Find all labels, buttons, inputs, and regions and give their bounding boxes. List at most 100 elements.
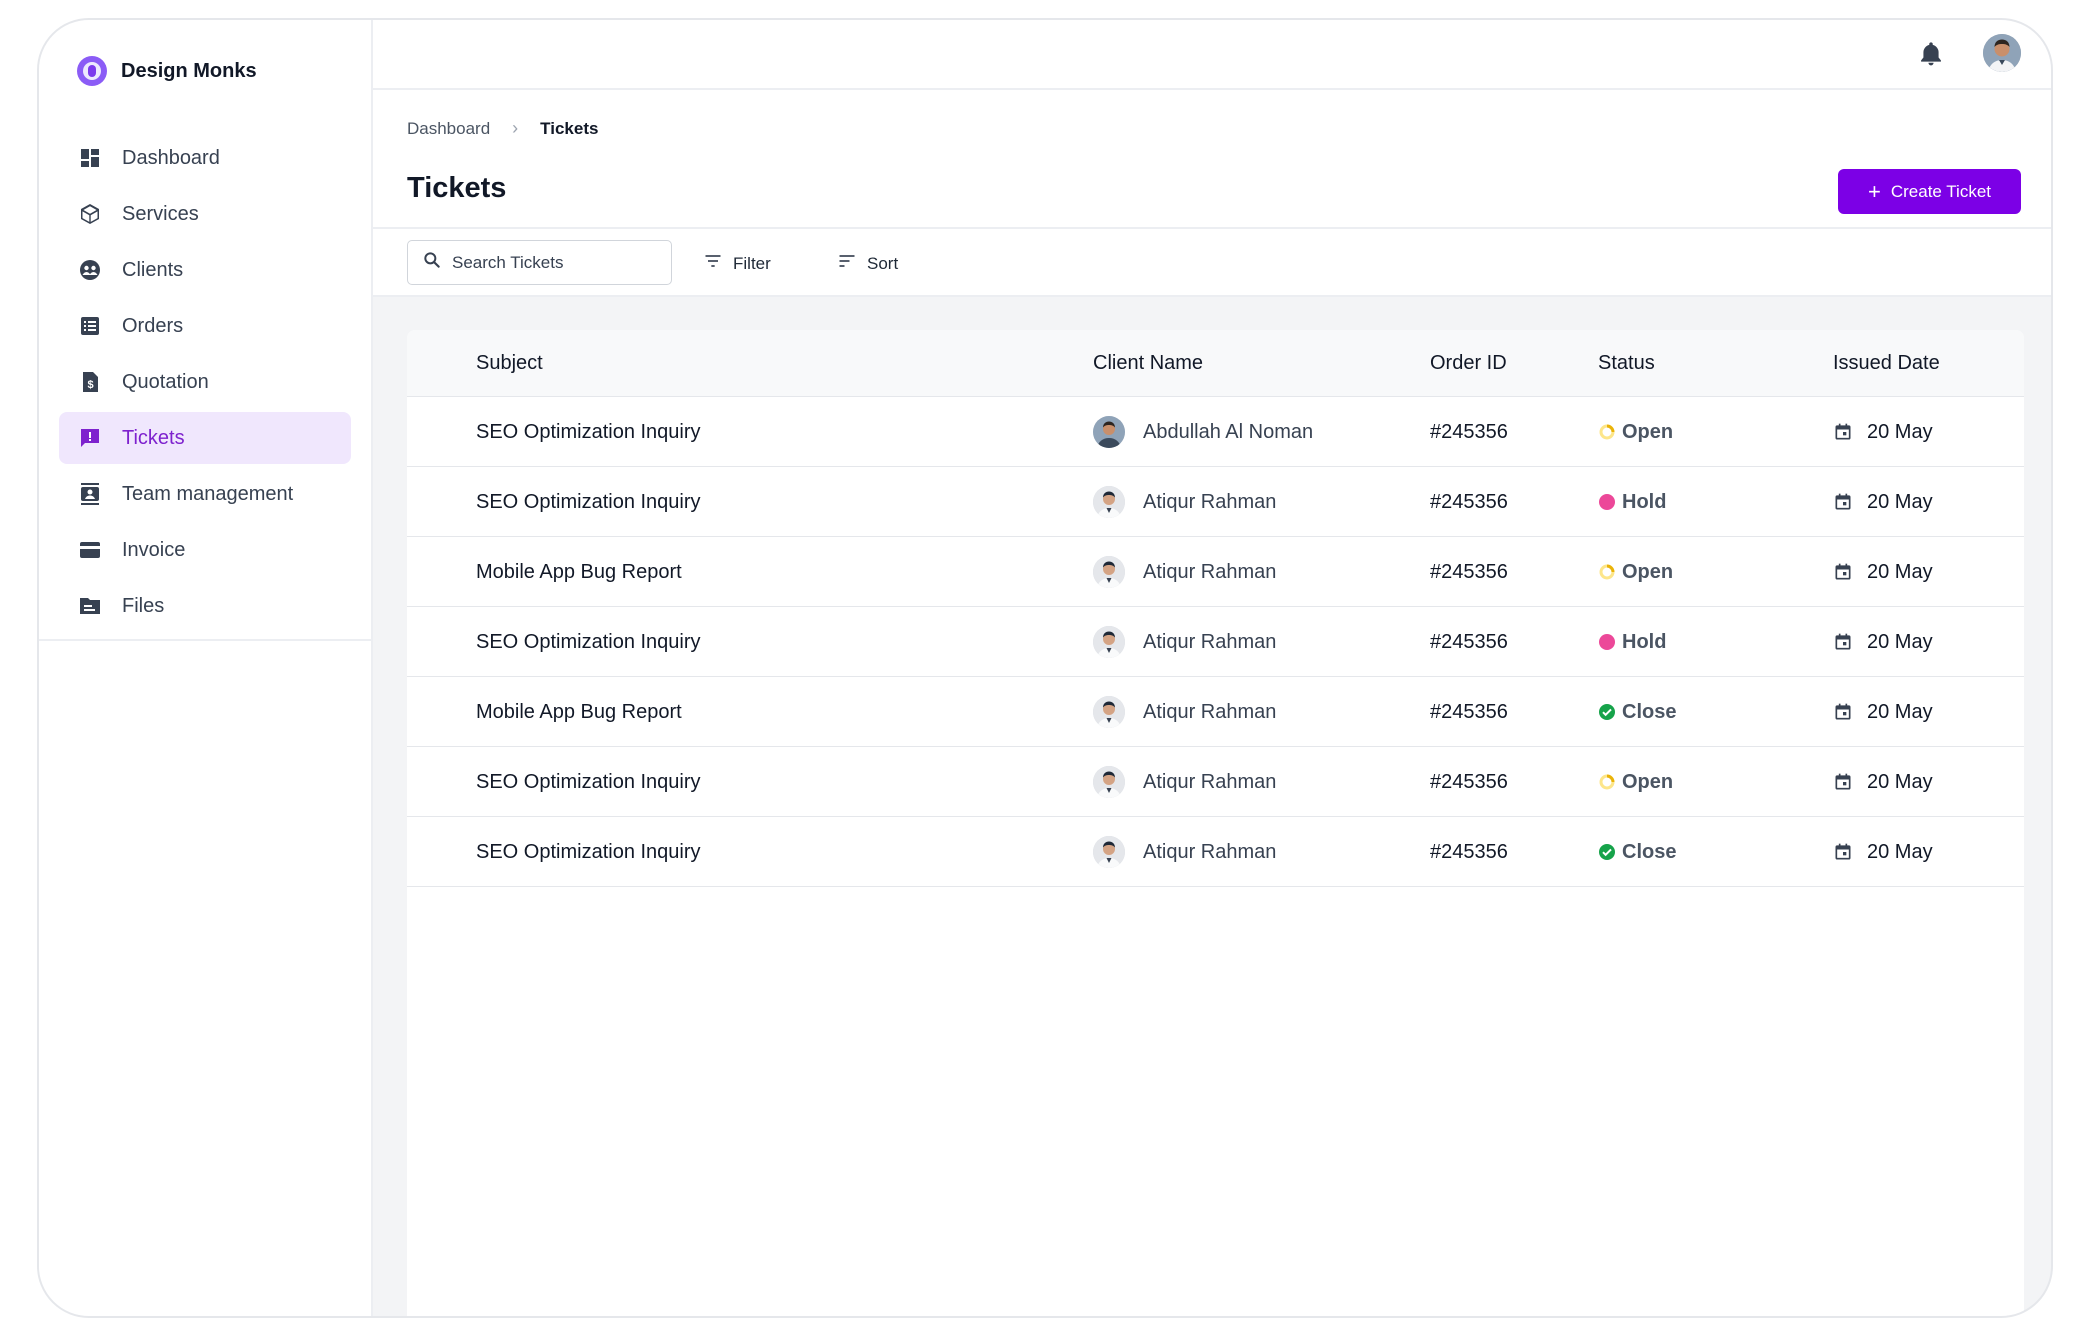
status-badge: Open [1622, 770, 1674, 793]
sidebar-item-invoice[interactable]: Invoice [59, 524, 351, 576]
cell-subject: SEO Optimization Inquiry [476, 840, 701, 863]
cell-client: Atiqur Rahman [1093, 467, 1276, 537]
client-name: Atiqur Rahman [1143, 560, 1277, 583]
issued-date: 20 May [1867, 840, 1933, 863]
search-input[interactable] [452, 252, 662, 273]
client-name: Abdullah Al Noman [1143, 420, 1314, 443]
search-box[interactable] [407, 240, 672, 285]
sort-button[interactable]: Sort [837, 251, 898, 276]
table-row[interactable]: SEO Optimization Inquiry Atiqur Rahman #24… [407, 467, 2024, 537]
app-window: Design Monks Dashboard Services Clients [37, 18, 2053, 1318]
status-badge: Open [1622, 420, 1674, 443]
create-ticket-label: Create Ticket [1890, 181, 1991, 201]
issued-date: 20 May [1867, 700, 1933, 723]
sidebar-item-dashboard[interactable]: Dashboard [59, 132, 351, 184]
svg-text:$: $ [87, 379, 93, 391]
filter-label: Filter [733, 253, 771, 273]
page-title: Tickets [407, 172, 507, 204]
status-dot-icon [1598, 493, 1616, 511]
create-ticket-button[interactable]: + Create Ticket [1838, 169, 2021, 214]
column-header-status[interactable]: Status [1598, 352, 1655, 375]
cell-order-id: #245356 [1430, 770, 1508, 793]
sidebar-item-orders[interactable]: Orders [59, 300, 351, 352]
calendar-icon [1833, 562, 1853, 582]
table-row[interactable]: SEO Optimization Inquiry Atiqur Rahman #24… [407, 747, 2024, 817]
table-row[interactable]: Mobile App Bug Report Atiqur Rahman #24535… [407, 537, 2024, 607]
dollar-file-icon: $ [78, 370, 102, 394]
cell-subject: Mobile App Bug Report [476, 560, 682, 583]
sidebar-item-label: Dashboard [122, 146, 220, 169]
cell-subject: SEO Optimization Inquiry [476, 630, 701, 653]
status-badge: Close [1622, 840, 1677, 863]
brand[interactable]: Design Monks [77, 54, 257, 88]
sidebar-item-label: Invoice [122, 538, 186, 561]
client-name: Atiqur Rahman [1143, 630, 1277, 653]
client-name: Atiqur Rahman [1143, 770, 1277, 793]
cell-subject: Mobile App Bug Report [476, 700, 682, 723]
breadcrumb-dashboard[interactable]: Dashboard [407, 119, 490, 139]
contact-icon [78, 482, 102, 506]
column-header-order[interactable]: Order ID [1430, 352, 1507, 375]
table-body: SEO Optimization Inquiry Abdullah Al Noma… [407, 397, 2024, 887]
sidebar-item-tickets[interactable]: Tickets [59, 412, 351, 464]
chevron-right-icon: › [512, 118, 519, 138]
sidebar-item-clients[interactable]: Clients [59, 244, 351, 296]
user-avatar[interactable] [1983, 34, 2021, 72]
cell-issued-date: 20 May [1833, 607, 1933, 677]
sidebar-item-services[interactable]: Services [59, 188, 351, 240]
cell-client: Atiqur Rahman [1093, 607, 1276, 677]
card-icon [78, 538, 102, 562]
table-row[interactable]: Mobile App Bug Report Atiqur Rahman #24535… [407, 677, 2024, 747]
cell-issued-date: 20 May [1833, 467, 1933, 537]
column-header-subject[interactable]: Subject [476, 352, 543, 375]
topbar [373, 20, 2051, 90]
status-badge: Hold [1622, 630, 1667, 653]
plus-icon: + [1867, 178, 1881, 204]
breadcrumb: Dashboard › Tickets [407, 118, 598, 139]
calendar-icon [1833, 632, 1853, 652]
status-spinner-icon [1598, 563, 1616, 581]
calendar-icon [1833, 492, 1853, 512]
ticket-chat-icon [78, 426, 102, 450]
table-row[interactable]: SEO Optimization Inquiry Atiqur Rahman #24… [407, 817, 2024, 887]
page-header: Dashboard › Tickets Tickets + Create Tic… [373, 90, 2051, 229]
calendar-icon [1833, 422, 1853, 442]
cell-subject: SEO Optimization Inquiry [476, 490, 701, 513]
client-avatar [1093, 416, 1125, 448]
sidebar-item-files[interactable]: Files [59, 580, 351, 632]
cell-client: Abdullah Al Noman [1093, 397, 1313, 467]
cell-status: Close [1598, 677, 1676, 747]
issued-date: 20 May [1867, 630, 1933, 653]
status-spinner-icon [1598, 423, 1616, 441]
sidebar-item-quotation[interactable]: $ Quotation [59, 356, 351, 408]
folder-icon [78, 594, 102, 618]
status-badge: Open [1622, 560, 1674, 583]
status-spinner-icon [1598, 773, 1616, 791]
brand-logo-icon [77, 56, 107, 86]
status-check-circle-icon [1598, 843, 1616, 861]
breadcrumb-current: Tickets [540, 118, 599, 138]
cell-status: Close [1598, 817, 1676, 887]
sidebar-nav: Dashboard Services Clients Orders $ Quot… [59, 132, 351, 636]
column-header-client[interactable]: Client Name [1093, 352, 1203, 375]
search-icon [422, 250, 442, 275]
status-check-circle-icon [1598, 703, 1616, 721]
cell-order-id: #245356 [1430, 420, 1508, 443]
sidebar-item-team-management[interactable]: Team management [59, 468, 351, 520]
bell-icon[interactable] [1917, 40, 1945, 68]
client-name: Atiqur Rahman [1143, 490, 1277, 513]
table-row[interactable]: SEO Optimization Inquiry Atiqur Rahman #24… [407, 607, 2024, 677]
filter-button[interactable]: Filter [703, 251, 771, 276]
cell-status: Open [1598, 537, 1673, 607]
sort-icon [837, 251, 857, 276]
status-dot-icon [1598, 633, 1616, 651]
status-badge: Hold [1622, 490, 1667, 513]
column-header-date[interactable]: Issued Date [1833, 352, 1940, 375]
client-name: Atiqur Rahman [1143, 840, 1277, 863]
sidebar: Design Monks Dashboard Services Clients [39, 20, 373, 1316]
status-badge: Close [1622, 700, 1677, 723]
issued-date: 20 May [1867, 560, 1933, 583]
table-row[interactable]: SEO Optimization Inquiry Abdullah Al Noma… [407, 397, 2024, 467]
cell-status: Hold [1598, 467, 1666, 537]
list-icon [78, 314, 102, 338]
